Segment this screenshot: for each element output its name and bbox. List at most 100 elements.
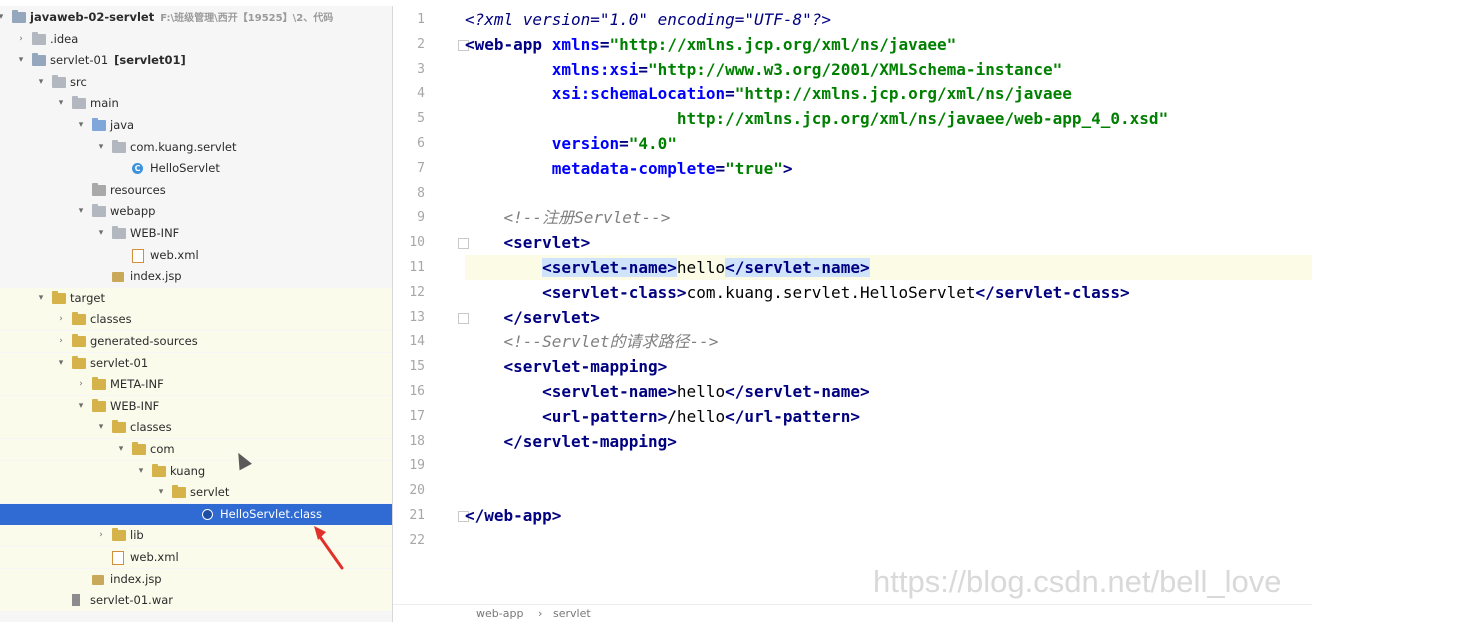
- tree-item[interactable]: ▾ webapp: [0, 201, 392, 222]
- code-line[interactable]: <servlet-name>hello</servlet-name>: [465, 379, 1312, 404]
- tree-item[interactable]: ▾ WEB-INF: [0, 395, 392, 417]
- tree-item-label: webapp: [110, 201, 155, 222]
- tree-item-label: servlet-01.war: [90, 590, 173, 611]
- code-line[interactable]: <!--Servlet的请求路径-->: [465, 329, 1312, 354]
- tree-item-text: classes: [90, 312, 132, 327]
- tree-item[interactable]: resources: [0, 180, 392, 201]
- chevron-down-icon[interactable]: ▾: [76, 115, 86, 136]
- code-line[interactable]: xsi:schemaLocation="http://xmlns.jcp.org…: [465, 81, 1312, 106]
- tree-item[interactable]: › classes: [0, 309, 392, 331]
- tree-item-label: generated-sources: [90, 331, 198, 352]
- chevron-right-icon[interactable]: ›: [56, 331, 66, 352]
- code-line[interactable]: <servlet-mapping>: [465, 354, 1312, 379]
- tree-item[interactable]: ▾ target: [0, 287, 392, 309]
- tree-item-text: webapp: [110, 204, 156, 219]
- chevron-down-icon[interactable]: ▾: [16, 50, 26, 71]
- tree-item[interactable]: › META-INF: [0, 374, 392, 396]
- breadcrumb-item-servlet[interactable]: servlet: [553, 605, 591, 622]
- chevron-down-icon[interactable]: ▾: [0, 7, 6, 28]
- chevron-right-icon[interactable]: ›: [76, 374, 86, 395]
- code-line[interactable]: </web-app>: [465, 503, 1312, 528]
- chevron-down-icon[interactable]: ▾: [156, 482, 166, 503]
- line-number: 1: [417, 12, 425, 27]
- chevron-down-icon[interactable]: ▾: [76, 201, 86, 222]
- code-line[interactable]: </servlet>: [465, 305, 1312, 330]
- chevron-down-icon[interactable]: ▾: [56, 353, 66, 374]
- code-line[interactable]: <servlet-name>hello</servlet-name>: [465, 255, 1312, 280]
- tree-item[interactable]: index.jsp: [0, 266, 392, 287]
- chevron-down-icon[interactable]: ▾: [36, 72, 46, 93]
- code-line[interactable]: metadata-complete="true">: [465, 156, 1312, 181]
- excluded-folder-icon: [112, 528, 126, 542]
- tree-item-label: java: [110, 115, 134, 136]
- code-line[interactable]: <web-app xmlns="http://xmlns.jcp.org/xml…: [465, 32, 1312, 57]
- tree-item-label: target: [70, 288, 105, 309]
- code-line[interactable]: [465, 181, 1312, 206]
- tree-item[interactable]: web.xml: [0, 245, 392, 266]
- excluded-folder-icon: [92, 377, 106, 391]
- code-line[interactable]: <servlet-class>com.kuang.servlet.HelloSe…: [465, 280, 1312, 305]
- line-number: 18: [409, 433, 425, 449]
- code-editor[interactable]: 1 2 3 4 5 6 7 8 9 10 11 12 13 14 15 16 17 18 19 20 21 22 <?xm…: [393, 6, 1312, 622]
- code-line[interactable]: <?xml version="1.0" encoding="UTF-8"?>: [465, 7, 1312, 32]
- chevron-right-icon[interactable]: ›: [56, 309, 66, 330]
- tree-item[interactable]: › generated-sources: [0, 331, 392, 352]
- code-line[interactable]: [465, 528, 1312, 553]
- code-token-plain: /hello: [667, 406, 726, 426]
- code-token-val: "4.0": [628, 134, 677, 153]
- tree-item[interactable]: ▾ src: [0, 72, 392, 93]
- breadcrumb-item-web-app[interactable]: web-app: [476, 605, 523, 622]
- code-line[interactable]: <url-pattern>/hello</url-pattern>: [465, 404, 1312, 429]
- chevron-down-icon[interactable]: ▾: [76, 396, 86, 417]
- chevron-down-icon[interactable]: ▾: [96, 417, 106, 438]
- code-token-val: "http://xmlns.jcp.org/xml/ns/javaee: [734, 84, 1072, 104]
- code-line[interactable]: xmlns:xsi="http://www.w3.org/2001/XMLSch…: [465, 57, 1312, 82]
- red-annotation-arrow-icon: [314, 526, 344, 570]
- code-line[interactable]: <!--注册Servlet-->: [465, 205, 1312, 230]
- code-line[interactable]: </servlet-mapping>: [465, 429, 1312, 454]
- tree-item[interactable]: ▾ kuang: [0, 460, 392, 482]
- tree-item[interactable]: ▾ com: [0, 439, 392, 460]
- tree-item-text: servlet-01.war: [90, 593, 173, 608]
- code-token-com: <!--注册Servlet-->: [503, 208, 671, 228]
- tree-item[interactable]: ▾ WEB-INF: [0, 223, 392, 244]
- tree-item[interactable]: ▾ java: [0, 115, 392, 136]
- chevron-down-icon[interactable]: ▾: [96, 137, 106, 158]
- tree-item[interactable]: C HelloServlet: [0, 158, 392, 179]
- chevron-down-icon[interactable]: ▾: [36, 288, 46, 309]
- folder-icon: [112, 226, 126, 239]
- chevron-down-icon[interactable]: ▾: [56, 93, 66, 114]
- breadcrumb[interactable]: web-app › servlet: [393, 604, 1312, 622]
- chevron-down-icon[interactable]: ▾: [136, 461, 146, 482]
- code-token-plain: com.kuang.servlet.HelloServlet: [686, 282, 976, 302]
- code-line[interactable]: [465, 478, 1312, 503]
- code-line[interactable]: http://xmlns.jcp.org/xml/ns/javaee/web-a…: [465, 106, 1312, 131]
- tree-item[interactable]: ▾ classes: [0, 417, 392, 439]
- tree-item-text: java: [110, 118, 135, 132]
- tree-item[interactable]: ▾ javaweb-02-servlet F:\班级管理\西开【19525】\2、代…: [0, 7, 392, 28]
- excluded-folder-icon: [132, 442, 146, 455]
- chevron-down-icon[interactable]: ▾: [96, 223, 106, 244]
- tree-item[interactable]: ▾ servlet-01 [servlet01]: [0, 50, 392, 71]
- tree-item[interactable]: ▾ servlet-01: [0, 352, 392, 374]
- chevron-down-icon[interactable]: ▾: [116, 439, 126, 460]
- tree-item-label: .idea: [50, 29, 78, 50]
- tree-item[interactable]: servlet-01.war: [0, 590, 392, 612]
- code-line[interactable]: <servlet>: [465, 230, 1312, 255]
- code-line[interactable]: [465, 453, 1312, 478]
- code-token-tag: =: [638, 59, 649, 79]
- tree-item-label: src: [70, 72, 87, 93]
- code-line[interactable]: version="4.0": [465, 131, 1312, 156]
- chevron-right-icon[interactable]: ›: [16, 29, 26, 50]
- chevron-right-icon[interactable]: ›: [96, 525, 106, 546]
- code-token-attr: xmlns: [551, 34, 600, 54]
- tree-item[interactable]: ▾ servlet: [0, 482, 392, 504]
- tree-item[interactable]: › .idea: [0, 29, 392, 50]
- tree-item[interactable]: ▾ com.kuang.servlet: [0, 137, 392, 158]
- tree-item[interactable]: ▾ main: [0, 93, 392, 114]
